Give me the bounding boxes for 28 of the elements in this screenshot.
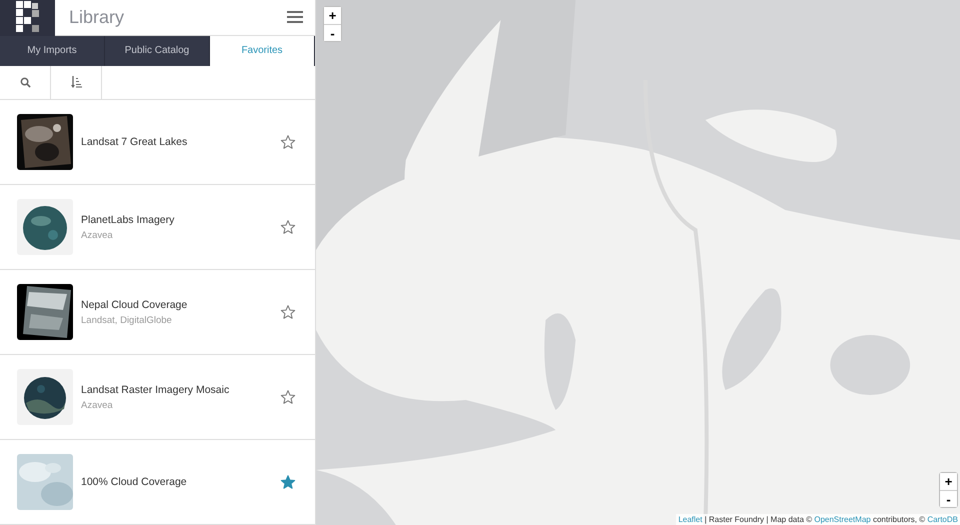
favorite-star-icon[interactable]: [278, 132, 298, 152]
list-item[interactable]: Nepal Cloud Coverage Landsat, DigitalGlobe: [0, 270, 315, 355]
item-source: Azavea: [81, 400, 114, 410]
tab[interactable]: My Imports: [0, 36, 105, 66]
tab[interactable]: Public Catalog: [105, 36, 210, 66]
attribution-link[interactable]: CartoDB: [927, 515, 958, 524]
search-icon: [20, 76, 30, 88]
favorite-star-icon[interactable]: [278, 472, 298, 492]
item-title: Landsat 7 Great Lakes: [81, 136, 188, 148]
list-item[interactable]: Landsat 7 Great Lakes: [0, 100, 315, 185]
favorite-star-icon[interactable]: [278, 302, 298, 322]
list-item[interactable]: 100% Cloud Coverage: [0, 440, 315, 525]
item-source: Landsat, DigitalGlobe: [81, 314, 173, 326]
favorite-star-icon[interactable]: [278, 387, 298, 407]
item-title: Nepal Cloud Coverage: [81, 298, 188, 310]
sort-icon: [70, 76, 82, 88]
item-title: Landsat Raster Imagery Mosaic: [81, 384, 230, 396]
item-title: 100% Cloud Coverage: [81, 476, 188, 488]
menu-icon: [287, 11, 303, 24]
map-attribution: Leaflet | Raster Foundry | Map data © OpenStreetMap contributors, © CartoDB: [676, 514, 960, 525]
zoom-out-button[interactable]: -: [940, 490, 957, 507]
logo-icon: [16, 0, 40, 35]
item-title: PlanetLabs Imagery: [81, 214, 176, 226]
item-source: Azavea: [81, 230, 114, 240]
list-item[interactable]: PlanetLabs Imagery Azavea: [0, 185, 315, 270]
favorite-star-icon[interactable]: [278, 217, 298, 237]
zoom-out-button[interactable]: -: [324, 24, 341, 41]
list-item[interactable]: Landsat Raster Imagery Mosaic Azavea: [0, 355, 315, 440]
